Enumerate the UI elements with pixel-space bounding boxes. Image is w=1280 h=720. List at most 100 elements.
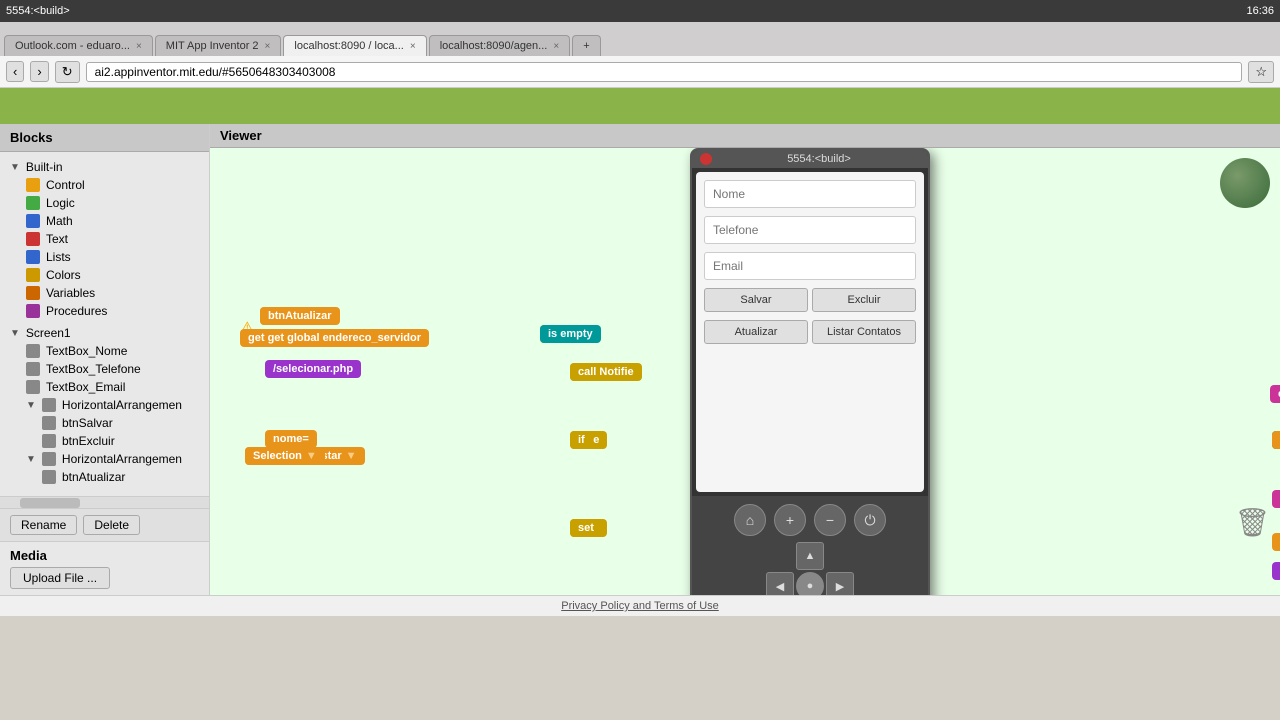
sidebar-item-textbox-nome[interactable]: TextBox_Nome (20, 342, 205, 360)
if2-block[interactable]: if (570, 431, 593, 449)
phone-excluir-button[interactable]: Excluir (812, 288, 916, 312)
phone-atualizar-button[interactable]: Atualizar (704, 320, 808, 344)
delete-button[interactable]: Delete (83, 515, 140, 535)
sidebar-item-control[interactable]: Control (20, 176, 205, 194)
logic-label: Logic (46, 196, 75, 210)
builtin-toggle[interactable]: ▼ Built-in (4, 158, 205, 176)
sidebar-item-colors[interactable]: Colors (20, 266, 205, 284)
btnatualizar-block-label: btnAtualizar (268, 310, 332, 322)
phone-controls: ⌂ + − ⏻ ▲ ◀ ● ▶ ▼ (692, 496, 928, 595)
rename-button[interactable]: Rename (10, 515, 77, 535)
esta-selecionado-block[interactable]: está selecionado (1270, 385, 1280, 403)
nome-eq-label: nome= (273, 433, 309, 445)
title-bar: 5554:<build> 16:36 (0, 0, 1280, 22)
selection-block[interactable]: Selection ▼ (245, 447, 325, 465)
sidebar-item-procedures[interactable]: Procedures (20, 302, 205, 320)
sidebar-item-lists[interactable]: Lists (20, 248, 205, 266)
alterar-block[interactable]: /alterar.php (1272, 562, 1280, 580)
selecionar-block[interactable]: /selecionar.php (265, 360, 361, 378)
sidebar-item-btnatualizar[interactable]: btnAtualizar (36, 468, 205, 486)
sidebar-item-textbox-telefone[interactable]: TextBox_Telefone (20, 360, 205, 378)
horz2-label: HorizontalArrangemen (62, 452, 182, 466)
window-title: 5554:<build> (6, 5, 70, 17)
set-block[interactable]: set (570, 519, 602, 537)
phone-btn-row1: Salvar Excluir (704, 288, 916, 312)
phone-nome-input[interactable] (704, 180, 916, 208)
window-time: 16:36 (1246, 5, 1274, 17)
tab-localhost2-close[interactable]: × (553, 41, 559, 52)
phone-dpad-right[interactable]: ▶ (826, 572, 854, 595)
url-input[interactable] (86, 62, 1243, 82)
sidebar-item-horz2[interactable]: ▼ HorizontalArrangemen (20, 450, 205, 468)
nome-nao-vazio-block[interactable]: nome e telefone não pode estar vazio (1272, 490, 1280, 508)
colors-color (26, 268, 40, 282)
sidebar-item-logic[interactable]: Logic (20, 194, 205, 212)
sidebar-item-math[interactable]: Math (20, 212, 205, 230)
call-notif-block[interactable]: call Notifie (570, 363, 642, 381)
phone-volume-down-button[interactable]: − (814, 504, 846, 536)
textbox-telefone-label: TextBox_Telefone (46, 362, 141, 376)
tab-new[interactable]: + (572, 35, 600, 56)
get-global2-block[interactable]: get global endereco_servidor (1272, 533, 1280, 551)
is-empty-label: is empty (548, 328, 593, 340)
phone-telefone-input[interactable] (704, 216, 916, 244)
sidebar-item-btnexcluir[interactable]: btnExcluir (36, 432, 205, 450)
phone-btn-row2: Atualizar Listar Contatos (704, 320, 916, 344)
selection-dropdown[interactable]: ▼ (306, 450, 317, 462)
btnatualizar-label: btnAtualizar (62, 470, 125, 484)
media-header: Media (10, 548, 199, 563)
tab-localhost1[interactable]: localhost:8090 / loca... × (283, 35, 426, 56)
tab-appinventor-close[interactable]: × (265, 41, 271, 52)
textbox-telefone-block[interactable]: TextBox_Telefone (1272, 431, 1280, 449)
tab-outlook-close[interactable]: × (136, 41, 142, 52)
get-global-label: get global endereco_servidor (268, 332, 421, 344)
phone-email-input[interactable] (704, 252, 916, 280)
horiz-scrollbar-thumb[interactable] (20, 498, 80, 508)
is-empty-block[interactable]: is empty (540, 325, 601, 343)
variables-label: Variables (46, 286, 95, 300)
control-color (26, 178, 40, 192)
sidebar-item-variables[interactable]: Variables (20, 284, 205, 302)
phone-salvar-button[interactable]: Salvar (704, 288, 808, 312)
privacy-link[interactable]: Privacy Policy and Terms of Use (561, 600, 719, 612)
btnatualizar-block[interactable]: btnAtualizar (260, 307, 340, 325)
forward-button[interactable]: › (30, 61, 48, 82)
if2-label: if (578, 434, 585, 446)
phone-dpad-center[interactable]: ● (796, 572, 824, 595)
horiz-scrollbar[interactable] (0, 496, 209, 508)
content-area: Blocks ▼ Built-in Control Logic (0, 124, 1280, 595)
phone-close-button[interactable] (700, 153, 712, 165)
screen1-toggle[interactable]: ▼ Screen1 (4, 324, 205, 342)
bookmark-button[interactable]: ☆ (1248, 61, 1274, 83)
get-global-block[interactable]: get get global endereco_servidor (240, 329, 429, 347)
tab-localhost1-close[interactable]: × (410, 41, 416, 52)
back-button[interactable]: ‹ (6, 61, 24, 82)
btnsalvar-icon (42, 416, 56, 430)
builtin-section: ▼ Built-in Control Logic Math (4, 158, 205, 320)
refresh-button[interactable]: ↻ (55, 61, 80, 83)
phone-listar-button[interactable]: Listar Contatos (812, 320, 916, 344)
phone-dpad-up[interactable]: ▲ (796, 542, 824, 570)
builtin-label: Built-in (26, 160, 63, 174)
tab-appinventor[interactable]: MIT App Inventor 2 × (155, 35, 282, 56)
phone-titlebar: 5554:<build> (692, 150, 928, 168)
phone-dpad-left[interactable]: ◀ (766, 572, 794, 595)
upload-file-button[interactable]: Upload File ... (10, 567, 110, 589)
phone-home-button[interactable]: ⌂ (734, 504, 766, 536)
sidebar-item-horz1[interactable]: ▼ HorizontalArrangemen (20, 396, 205, 414)
sidebar: Blocks ▼ Built-in Control Logic (0, 124, 210, 595)
builtin-chevron: ▼ (10, 162, 20, 173)
phone-volume-up-button[interactable]: + (774, 504, 806, 536)
nome-eq-block[interactable]: nome= (265, 430, 317, 448)
listpicker-dropdown[interactable]: ▼ (346, 450, 357, 462)
trash-icon[interactable]: 🗑 (1234, 506, 1270, 539)
sidebar-item-text[interactable]: Text (20, 230, 205, 248)
sidebar-header: Blocks (0, 124, 209, 152)
sidebar-item-textbox-email[interactable]: TextBox_Email (20, 378, 205, 396)
call-label: call (578, 366, 596, 378)
sidebar-item-btnsalvar[interactable]: btnSalvar (36, 414, 205, 432)
tab-outlook[interactable]: Outlook.com - eduaro... × (4, 35, 153, 56)
phone-power-button[interactable]: ⏻ (854, 504, 886, 536)
tab-localhost2[interactable]: localhost:8090/agen... × (429, 35, 570, 56)
set-label: set (578, 522, 594, 534)
